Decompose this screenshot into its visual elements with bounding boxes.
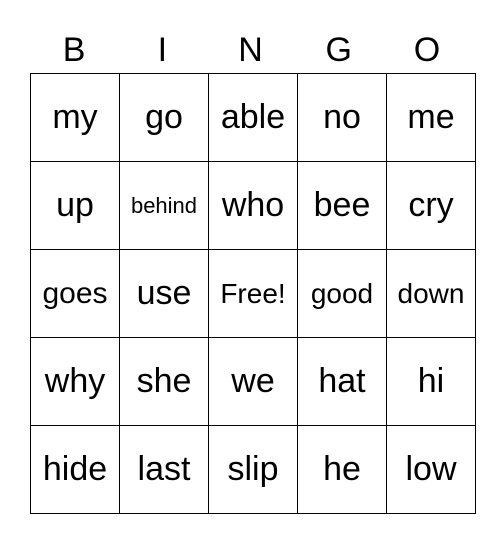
bingo-cell: bee — [297, 161, 387, 250]
bingo-row: up behind who bee cry — [30, 161, 476, 250]
bingo-grid: my go able no me up behind who bee cry goes use Free… — [30, 73, 476, 514]
bingo-cell: no — [297, 73, 387, 162]
bingo-row: hide last slip he low — [30, 425, 476, 514]
bingo-row: why she we hat hi — [30, 337, 476, 426]
bingo-cell: he — [297, 425, 387, 514]
bingo-cell: hat — [297, 337, 387, 426]
free-space-cell: Free! — [208, 249, 298, 338]
bingo-cell: hide — [30, 425, 120, 514]
bingo-cell: good — [297, 249, 387, 338]
bingo-cell: use — [119, 249, 209, 338]
bingo-cell: goes — [30, 249, 120, 338]
bingo-row: my go able no me — [30, 73, 476, 162]
bingo-cell: able — [208, 73, 298, 162]
bingo-cell: hi — [386, 337, 476, 426]
bingo-header: B I N G O — [30, 28, 471, 72]
bingo-row: goes use Free! good down — [30, 249, 476, 338]
bingo-cell: behind — [119, 161, 209, 250]
header-letter-i: I — [157, 31, 168, 69]
bingo-cell: last — [119, 425, 209, 514]
bingo-cell: she — [119, 337, 209, 426]
header-letter-b: B — [62, 31, 86, 69]
bingo-cell: go — [119, 73, 209, 162]
bingo-cell: me — [386, 73, 476, 162]
bingo-cell: low — [386, 425, 476, 514]
bingo-cell: who — [208, 161, 298, 250]
bingo-cell: we — [208, 337, 298, 426]
bingo-cell: up — [30, 161, 120, 250]
header-letter-o: O — [413, 31, 441, 69]
header-letter-n: N — [238, 31, 263, 69]
bingo-cell: cry — [386, 161, 476, 250]
bingo-cell: slip — [208, 425, 298, 514]
bingo-cell: down — [386, 249, 476, 338]
header-letter-g: G — [325, 31, 352, 69]
bingo-cell: my — [30, 73, 120, 162]
bingo-cell: why — [30, 337, 120, 426]
